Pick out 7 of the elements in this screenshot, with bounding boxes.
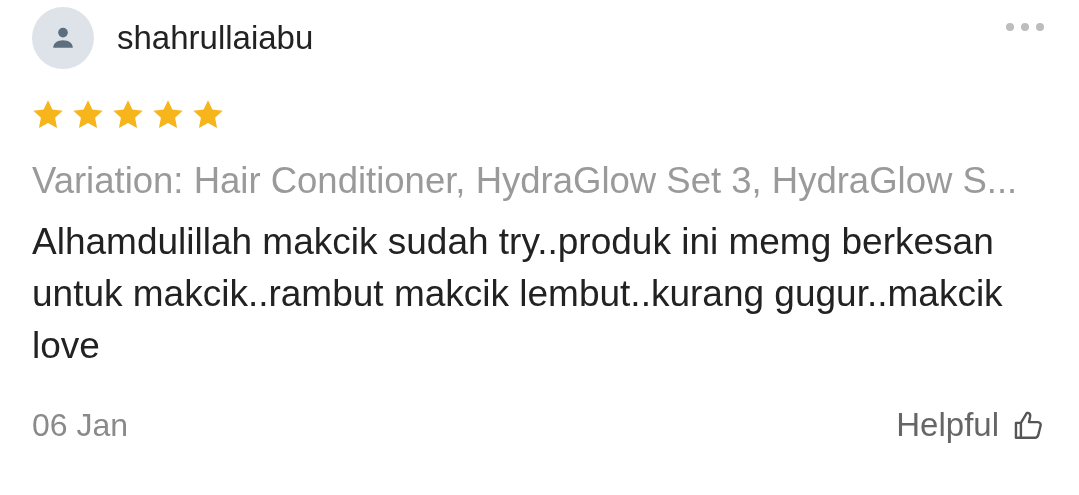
person-icon	[50, 25, 76, 51]
more-icon[interactable]	[1005, 22, 1045, 32]
helpful-button[interactable]: Helpful	[896, 406, 1045, 444]
review-date: 06 Jan	[32, 406, 129, 444]
username: shahrullaiabu	[117, 19, 314, 57]
review-text: Alhamdulillah makcik sudah try..produk ini memg berkesan untuk makcik..rambut makcik lembut..kurang gugur..makcik love	[32, 220, 1004, 368]
variation-text: Variation: Hair Conditioner, HydraGlow Set 3, HydraGlow S...	[32, 160, 1019, 202]
